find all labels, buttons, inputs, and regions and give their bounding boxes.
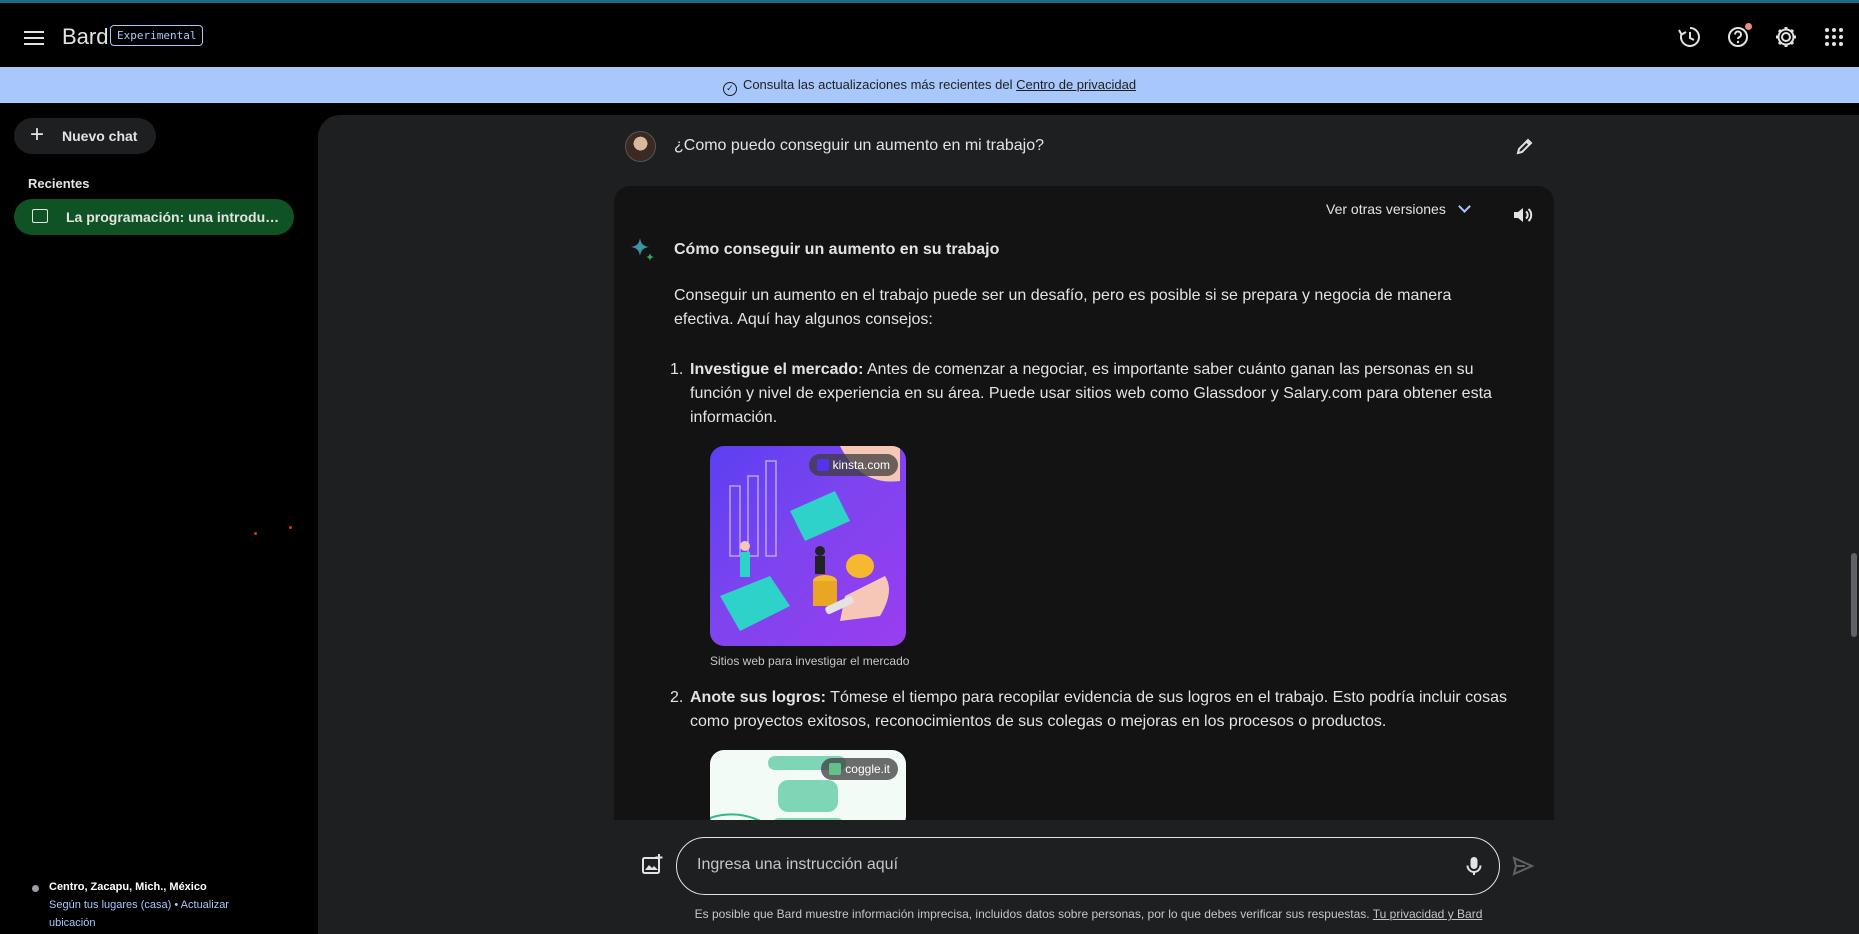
notification-dot — [1745, 23, 1752, 30]
new-chat-label: Nuevo chat — [62, 128, 138, 144]
image-source-label: coggle.it — [845, 762, 890, 776]
microphone-icon[interactable] — [1463, 855, 1485, 877]
apps-grid-icon[interactable] — [1818, 21, 1850, 53]
image-source-chip[interactable]: coggle.it — [821, 758, 898, 780]
check-circle-icon: ✓ — [722, 82, 737, 96]
recent-chat-label: La programación: una introducción — [66, 209, 286, 225]
kinsta-favicon-icon — [816, 459, 829, 471]
list-number: 1. — [670, 361, 684, 378]
disclaimer-text: Es posible que Bard muestre información … — [694, 907, 1370, 921]
privacy-center-link[interactable]: Centro de privacidad — [1016, 77, 1136, 92]
result-image[interactable]: coggle.it — [710, 750, 906, 820]
privacy-banner: ✓ Consulta las actualizaciones más recien… — [0, 67, 1859, 103]
location-dot-icon — [32, 885, 39, 892]
settings-icon[interactable] — [1770, 21, 1802, 53]
speaker-icon[interactable] — [1510, 203, 1534, 227]
list-item: 2. Anote sus logros: Tómese el tiempo pa… — [670, 686, 1510, 734]
bard-logo: Bard — [62, 24, 109, 49]
image-source-label: kinsta.com — [832, 458, 890, 472]
new-chat-button[interactable]: + Nuevo chat — [14, 118, 156, 154]
main-menu-button[interactable] — [20, 24, 48, 52]
list-number: 2. — [670, 689, 684, 706]
top-app-bar: Bard Experimental — [0, 3, 1859, 67]
list-item-heading: Anote sus logros: — [690, 689, 827, 706]
response-card: Ver otras versiones Cómo conseguir un au… — [614, 186, 1554, 820]
prompt-input[interactable]: Ingresa una instrucción aquí — [676, 837, 1500, 895]
help-icon[interactable] — [1722, 21, 1754, 53]
edit-pencil-icon[interactable] — [1514, 135, 1536, 157]
chat-bubble-icon — [32, 209, 48, 223]
result-image[interactable]: kinsta.com — [710, 446, 906, 646]
image-upload-icon[interactable] — [640, 853, 664, 877]
banner-text: Consulta las actualizaciones más recient… — [742, 77, 1013, 92]
disclaimer: Es posible que Bard muestre información … — [318, 907, 1859, 921]
coggle-favicon-icon — [829, 763, 842, 775]
response-intro: Conseguir un aumento en el trabajo puede… — [674, 287, 1452, 328]
stray-dot — [289, 526, 292, 529]
user-prompt-row: ¿Como puedo conseguir un aumento en mi t… — [625, 128, 1545, 164]
scrollbar-thumb[interactable] — [1851, 553, 1857, 637]
list-item-heading: Investigue el mercado: — [690, 361, 864, 378]
user-avatar — [625, 131, 656, 162]
recent-heading: Recientes — [28, 176, 90, 191]
bard-sparkle-icon — [628, 236, 656, 264]
send-icon[interactable] — [1511, 854, 1535, 878]
experimental-badge: Experimental — [110, 25, 204, 46]
stray-dot — [254, 532, 257, 535]
list-item: 1. Investigue el mercado: Antes de comen… — [670, 358, 1510, 430]
user-prompt-text: ¿Como puedo conseguir un aumento en mi t… — [674, 137, 1044, 154]
plus-icon: + — [30, 121, 45, 148]
other-versions-label: Ver otras versiones — [1326, 201, 1446, 217]
privacy-bard-link[interactable]: Tu privacidad y Bard — [1373, 907, 1483, 921]
image-caption: Sitios web para investigar el mercado — [710, 654, 910, 668]
location-separator: • — [174, 899, 179, 911]
location-source-link[interactable]: Según tus lugares (casa) — [49, 899, 171, 911]
location-place: Centro, Zacapu, Mich., México — [49, 881, 207, 893]
history-icon[interactable] — [1674, 21, 1706, 53]
response-title: Cómo conseguir un aumento en su trabajo — [674, 241, 1000, 258]
prompt-placeholder: Ingresa una instrucción aquí — [697, 856, 899, 873]
chevron-down-icon — [1457, 200, 1471, 213]
other-versions-toggle[interactable]: Ver otras versiones — [1326, 200, 1471, 217]
recent-chat-item[interactable]: La programación: una introducción — [14, 199, 294, 235]
sidebar: + Nuevo chat Recientes La programación: … — [0, 103, 305, 934]
image-source-chip[interactable]: kinsta.com — [808, 454, 898, 476]
